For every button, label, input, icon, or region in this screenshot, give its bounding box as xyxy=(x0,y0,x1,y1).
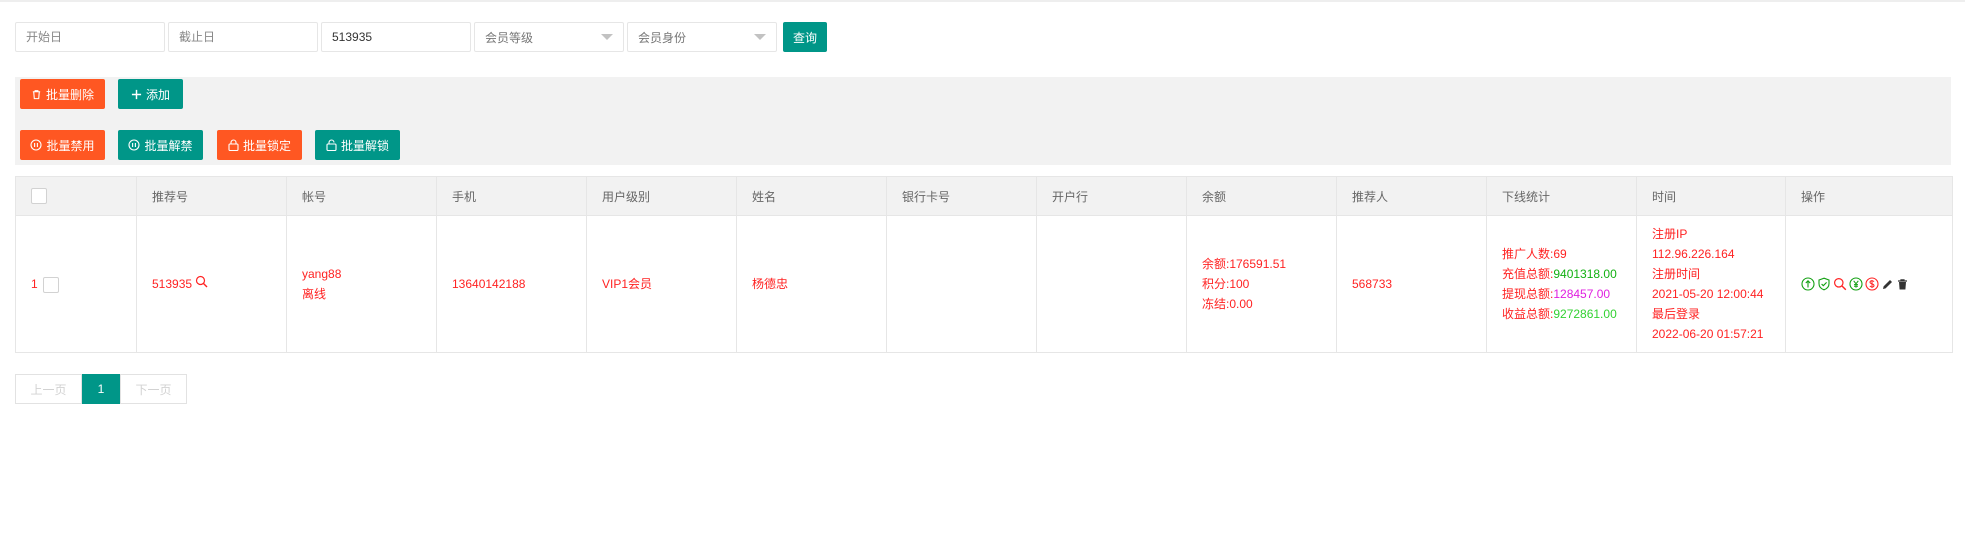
trash-icon[interactable] xyxy=(1896,278,1909,291)
balance-line: 余额:176591.51 xyxy=(1202,257,1287,271)
search-icon[interactable] xyxy=(195,274,208,294)
keyword-input[interactable] xyxy=(321,22,471,52)
batch-lock-button[interactable]: 批量锁定 xyxy=(217,130,302,160)
column-header: 开户行 xyxy=(1036,176,1187,216)
top-divider xyxy=(0,0,1965,2)
referral-no-cell: 513935 xyxy=(136,215,287,353)
downline-count-line: 推广人数:69 xyxy=(1502,247,1567,261)
batch-unlock-button[interactable]: 批量解锁 xyxy=(315,130,400,160)
reg-time-label: 注册时间 xyxy=(1652,267,1701,281)
balance-cell: 余额:176591.51 积分:100 冻结:0.00 xyxy=(1186,215,1337,353)
yuan-circle-icon[interactable] xyxy=(1849,277,1863,291)
level-cell: VIP1会员 xyxy=(586,215,737,353)
last-login: 2022-06-20 01:57:21 xyxy=(1652,327,1764,341)
last-login-label: 最后登录 xyxy=(1652,307,1701,321)
batch-delete-button[interactable]: 批量删除 xyxy=(20,79,105,109)
batch-unban-label: 批量解禁 xyxy=(144,138,193,153)
prev-page-button[interactable]: 上一页 xyxy=(15,374,82,404)
account-cell: yang88 离线 xyxy=(286,215,437,353)
trash-icon xyxy=(31,89,42,100)
select-all-cell xyxy=(15,176,137,216)
withdraw-label: 提现总额: xyxy=(1502,287,1554,301)
name-cell: 杨德忠 xyxy=(736,215,887,353)
add-label: 添加 xyxy=(145,87,170,102)
column-header: 操作 xyxy=(1785,176,1953,216)
actions-cell xyxy=(1785,215,1953,353)
row-actions xyxy=(1801,277,1937,291)
table-header-row: 推荐号 帐号 手机 用户级别 姓名 银行卡号 开户行 余额 推荐人 下线统计 时… xyxy=(15,176,1953,216)
recharge-label: 充值总额: xyxy=(1502,267,1554,281)
search-icon[interactable] xyxy=(1833,277,1847,291)
income-value: 9272861.00 xyxy=(1553,307,1617,321)
pencil-icon[interactable] xyxy=(1881,278,1894,291)
search-bar: 会员等级 会员身份 查询 xyxy=(15,22,827,52)
batch-delete-label: 批量删除 xyxy=(45,87,94,102)
recharge-total-line: 充值总额:9401318.00 xyxy=(1502,264,1621,284)
shield-check-icon[interactable] xyxy=(1817,277,1831,291)
add-button[interactable]: 添加 xyxy=(118,79,183,109)
table-row: 1 513935 yang88 离线 13640142188 VIP1会员 杨德… xyxy=(15,215,1953,353)
online-status: 离线 xyxy=(302,287,327,301)
downline-stats-cell: 推广人数:69 充值总额:9401318.00 提现总额:128457.00 收… xyxy=(1486,215,1637,353)
toolbar: 批量删除 添加 批量禁用 批量解禁 批量锁定 批量解锁 xyxy=(15,77,1951,165)
batch-unban-button[interactable]: 批量解禁 xyxy=(118,130,203,160)
reg-time: 2021-05-20 12:00:44 xyxy=(1652,287,1764,301)
time-cell: 注册IP 112.96.226.164 注册时间 2021-05-20 12:0… xyxy=(1636,215,1786,353)
unlock-icon xyxy=(326,139,337,151)
member-identity-select-label: 会员身份 xyxy=(638,30,687,45)
column-header: 下线统计 xyxy=(1486,176,1637,216)
batch-disable-label: 批量禁用 xyxy=(46,138,95,153)
batch-lock-label: 批量锁定 xyxy=(242,138,291,153)
next-page-button[interactable]: 下一页 xyxy=(120,374,187,404)
arrow-up-circle-icon[interactable] xyxy=(1801,277,1815,291)
referrer-cell: 568733 xyxy=(1336,215,1487,353)
pause-circle-icon xyxy=(30,139,43,151)
income-total-line: 收益总额:9272861.00 xyxy=(1502,304,1621,324)
select-all-checkbox[interactable] xyxy=(31,188,47,204)
frozen-line: 冻结:0.00 xyxy=(1202,297,1253,311)
withdraw-total-line: 提现总额:128457.00 xyxy=(1502,284,1621,304)
column-header: 推荐人 xyxy=(1336,176,1487,216)
batch-unlock-label: 批量解锁 xyxy=(340,138,389,153)
member-level-select-label: 会员等级 xyxy=(485,30,534,45)
account-name: yang88 xyxy=(302,267,342,281)
points-line: 积分:100 xyxy=(1202,277,1250,291)
column-header: 帐号 xyxy=(286,176,437,216)
recharge-value: 9401318.00 xyxy=(1553,267,1617,281)
current-page[interactable]: 1 xyxy=(82,374,120,404)
lock-icon xyxy=(228,139,239,151)
column-header: 推荐号 xyxy=(136,176,287,216)
pause-circle-icon xyxy=(128,139,141,151)
bank-cell xyxy=(1036,215,1187,353)
query-button[interactable]: 查询 xyxy=(783,22,827,52)
start-date-input[interactable] xyxy=(15,22,165,52)
dollar-circle-icon[interactable] xyxy=(1865,277,1879,291)
column-header: 余额 xyxy=(1186,176,1337,216)
column-header: 时间 xyxy=(1636,176,1786,216)
reg-ip: 112.96.226.164 xyxy=(1652,247,1735,261)
income-label: 收益总额: xyxy=(1502,307,1554,321)
column-header: 姓名 xyxy=(736,176,887,216)
chevron-down-icon xyxy=(754,34,766,40)
members-table: 推荐号 帐号 手机 用户级别 姓名 银行卡号 开户行 余额 推荐人 下线统计 时… xyxy=(15,176,1953,353)
end-date-input[interactable] xyxy=(168,22,318,52)
reg-ip-label: 注册IP xyxy=(1652,227,1688,241)
phone-cell: 13640142188 xyxy=(436,215,587,353)
column-header: 手机 xyxy=(436,176,587,216)
bank-card-cell xyxy=(886,215,1037,353)
chevron-down-icon xyxy=(601,34,613,40)
batch-disable-button[interactable]: 批量禁用 xyxy=(20,130,105,160)
plus-icon xyxy=(131,89,142,100)
row-select-cell: 1 xyxy=(15,215,137,353)
row-index: 1 xyxy=(31,277,38,291)
column-header: 用户级别 xyxy=(586,176,737,216)
row-checkbox[interactable] xyxy=(43,276,60,293)
pagination: 上一页 1 下一页 xyxy=(15,374,187,404)
member-level-select[interactable]: 会员等级 xyxy=(474,22,624,52)
member-identity-select[interactable]: 会员身份 xyxy=(627,22,777,52)
column-header: 银行卡号 xyxy=(886,176,1037,216)
referral-no: 513935 xyxy=(152,276,193,291)
withdraw-value: 128457.00 xyxy=(1553,287,1611,301)
